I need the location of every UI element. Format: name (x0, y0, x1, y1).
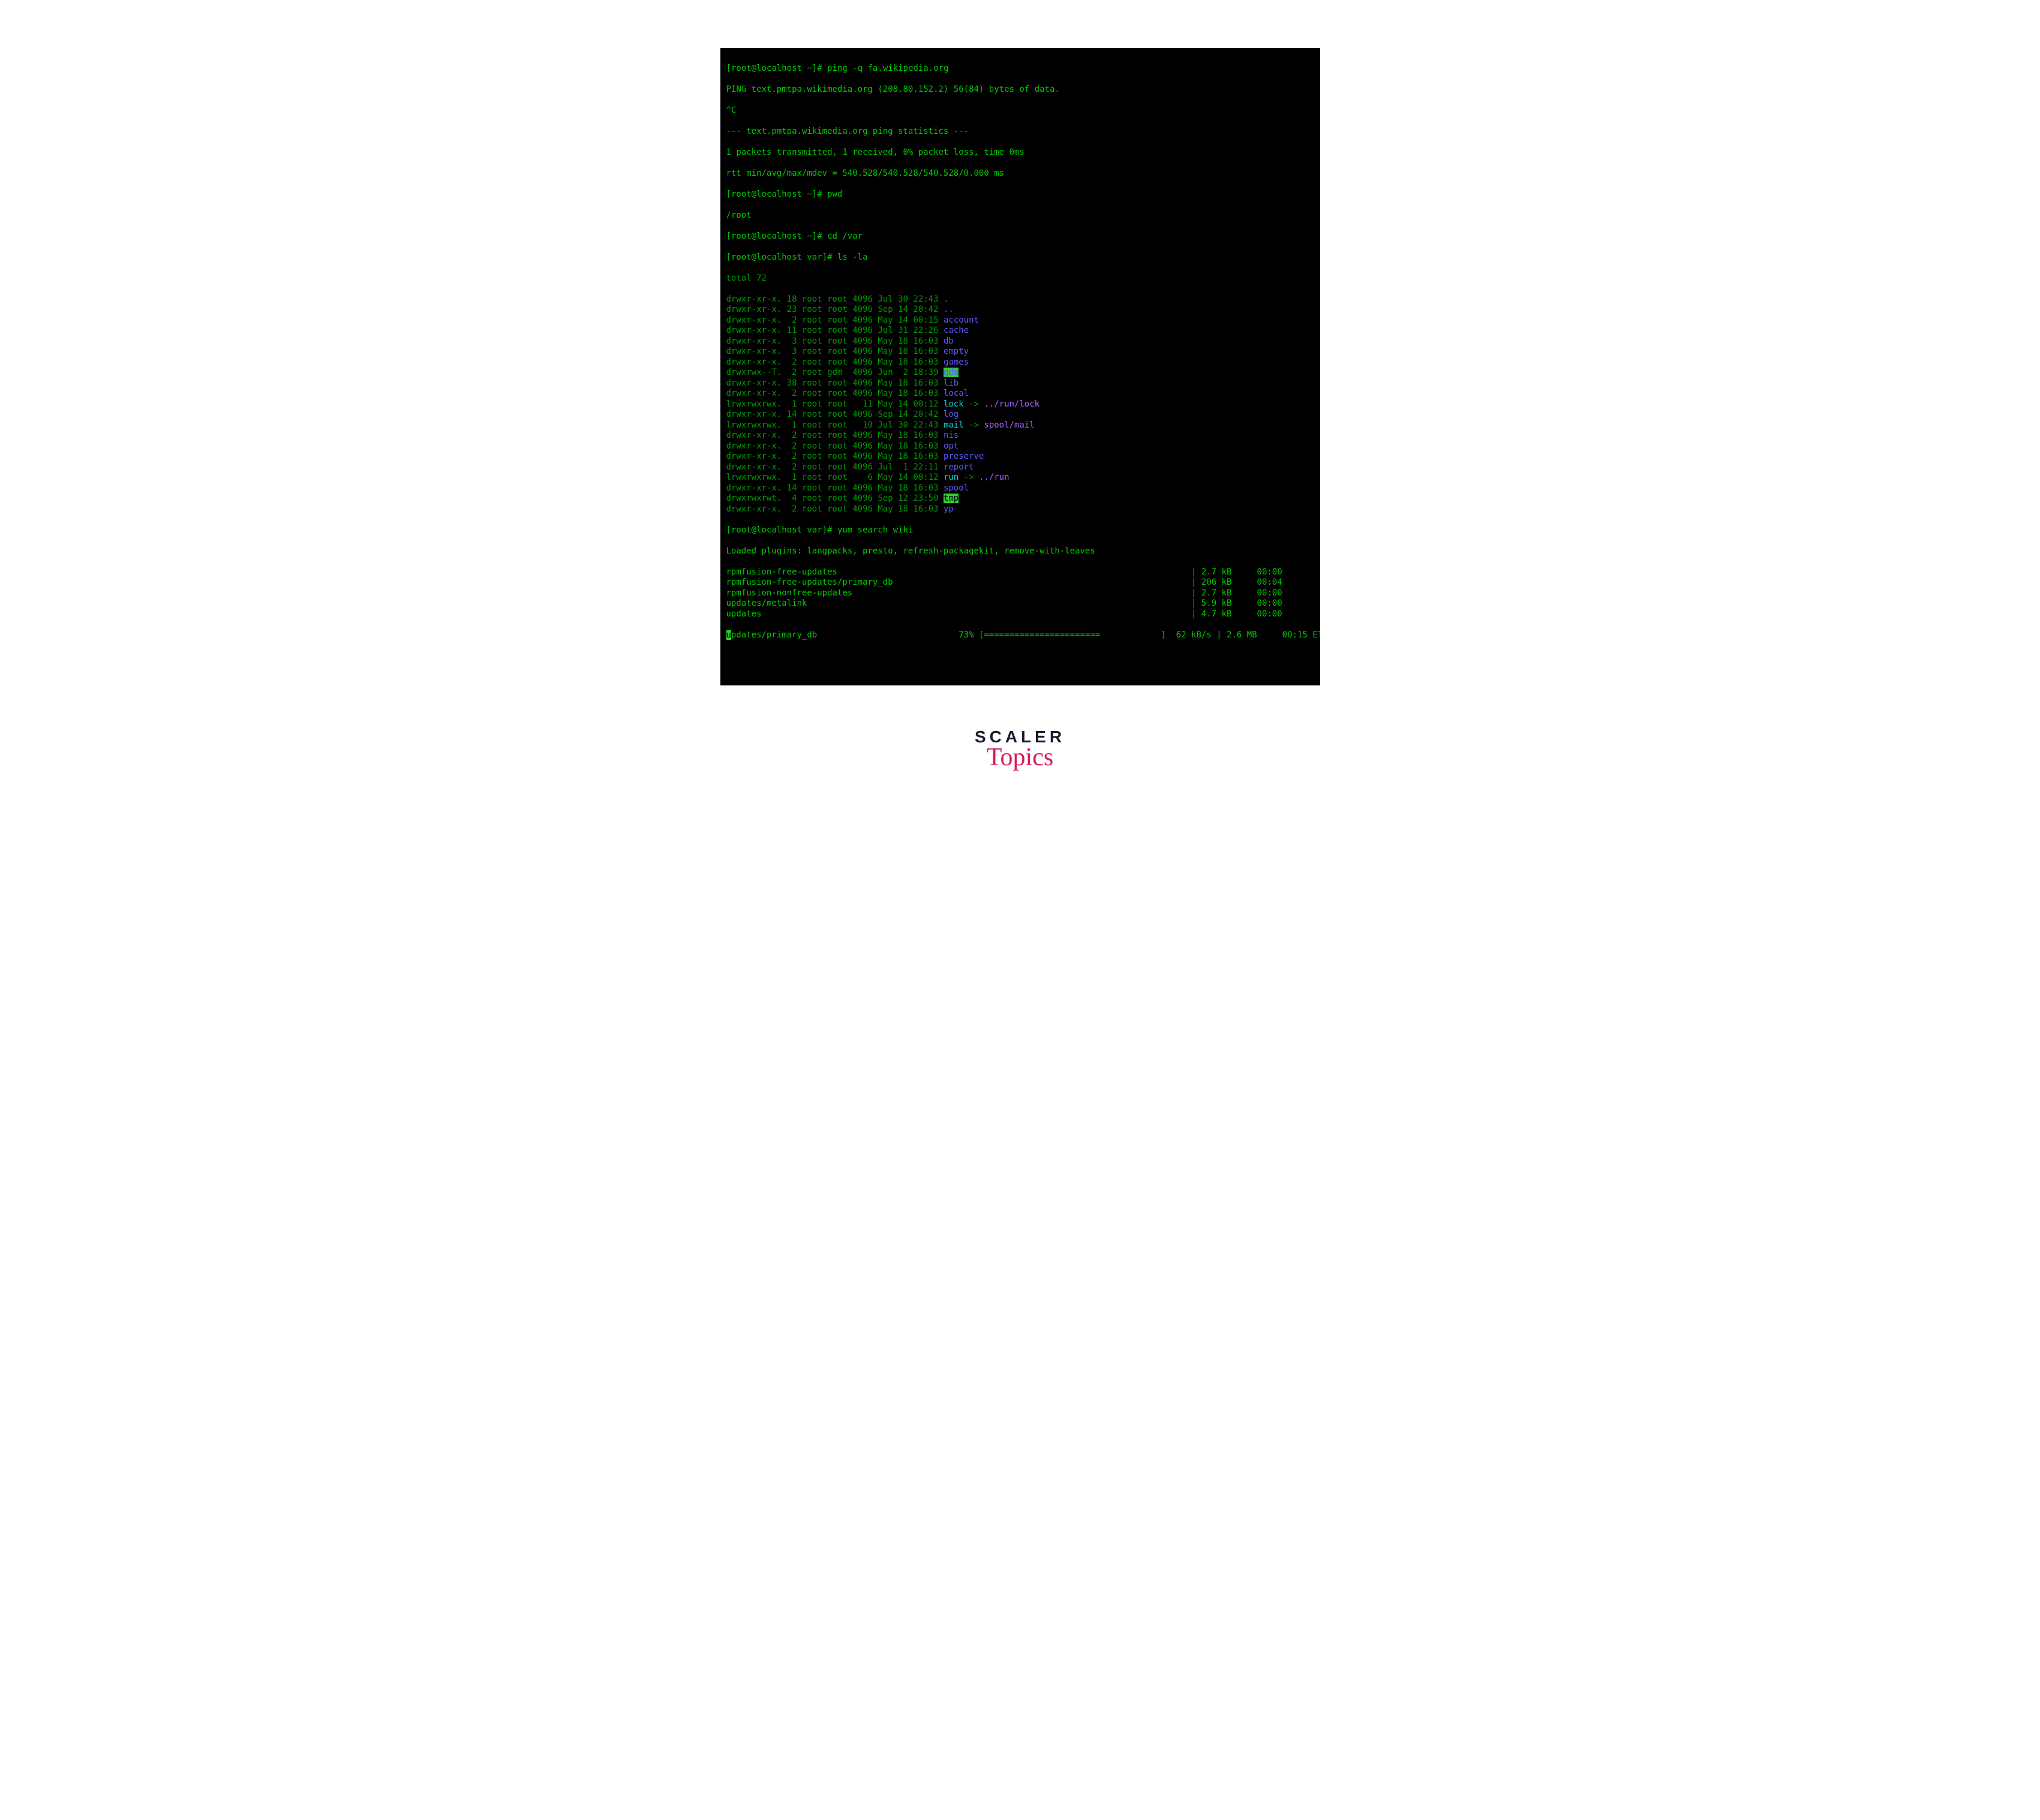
ls-row: lrwxrwxrwx. 1 root root 10 Jul 30 22:43 … (726, 420, 1314, 431)
ls-row: drwxr-xr-x. 3 root root 4096 May 18 16:0… (726, 347, 1314, 357)
yum-row: updates/metalink | 5.9 kB 00:00 (726, 598, 1314, 609)
ls-row: drwxr-xr-x. 2 root root 4096 May 18 16:0… (726, 389, 1314, 399)
ls-row: drwxr-xr-x. 2 root root 4096 May 18 16:0… (726, 357, 1314, 368)
ls-total: total 72 (726, 273, 1314, 284)
ls-row: drwxr-xr-x. 2 root root 4096 May 18 16:0… (726, 452, 1314, 462)
yum-repo-list: rpmfusion-free-updates | 2.7 kB 00:00rpm… (726, 567, 1314, 620)
ping-stats-2: rtt min/avg/max/mdev = 540.528/540.528/5… (726, 169, 1314, 179)
ls-row: drwxr-xr-x. 2 root root 4096 Jul 1 22:11… (726, 462, 1314, 473)
yum-plugins: Loaded plugins: langpacks, presto, refre… (726, 546, 1314, 557)
prompt-line: [root@localhost var]# yum search wiki (726, 525, 1314, 536)
ls-row: lrwxrwxrwx. 1 root root 6 May 14 00:12 r… (726, 473, 1314, 483)
scaler-logo-bottom: Topics (678, 743, 1362, 772)
terminal-window[interactable]: [root@localhost ~]# ping -q fa.wikipedia… (720, 48, 1320, 685)
ls-row: drwxr-xr-x. 2 root root 4096 May 14 00:1… (726, 315, 1314, 326)
prompt-line: [root@localhost ~]# cd /var (726, 231, 1314, 242)
ls-row: drwxr-xr-x. 2 root root 4096 May 18 16:0… (726, 441, 1314, 452)
ls-row: lrwxrwxrwx. 1 root root 11 May 14 00:12 … (726, 399, 1314, 410)
yum-row: updates | 4.7 kB 00:00 (726, 609, 1314, 620)
ls-row: drwxr-xr-x. 2 root root 4096 May 18 16:0… (726, 431, 1314, 441)
ping-stats-header: --- text.pmtpa.wikimedia.org ping statis… (726, 127, 1314, 137)
ls-row: drwxr-xr-x. 18 root root 4096 Jul 30 22:… (726, 294, 1314, 305)
scaler-logo: SCALER Topics (678, 727, 1362, 772)
yum-row: rpmfusion-free-updates | 2.7 kB 00:00 (726, 567, 1314, 578)
ls-listing: drwxr-xr-x. 18 root root 4096 Jul 30 22:… (726, 294, 1314, 515)
ls-row: drwxr-xr-x. 3 root root 4096 May 18 16:0… (726, 336, 1314, 347)
yum-progress: updates/primary_db 73% [================… (726, 630, 1314, 641)
ping-interrupt: ^C (726, 106, 1314, 116)
ls-row: drwxrwxrwt. 4 root root 4096 Sep 12 23:5… (726, 494, 1314, 504)
ls-row: drwxr-xr-x. 14 root root 4096 May 18 16:… (726, 483, 1314, 494)
yum-row: rpmfusion-free-updates/primary_db | 206 … (726, 577, 1314, 588)
ls-row: drwxrwx--T. 2 root gdm 4096 Jun 2 18:39 … (726, 368, 1314, 378)
page-container: [root@localhost ~]# ping -q fa.wikipedia… (678, 0, 1362, 808)
pwd-output: /root (726, 210, 1314, 221)
prompt-line: [root@localhost ~]# pwd (726, 189, 1314, 200)
ls-row: drwxr-xr-x. 2 root root 4096 May 18 16:0… (726, 504, 1314, 515)
ping-stats-1: 1 packets transmitted, 1 received, 0% pa… (726, 148, 1314, 158)
ls-row: drwxr-xr-x. 11 root root 4096 Jul 31 22:… (726, 326, 1314, 336)
prompt-line: [root@localhost ~]# ping -q fa.wikipedia… (726, 64, 1314, 74)
ls-row: drwxr-xr-x. 38 root root 4096 May 18 16:… (726, 378, 1314, 389)
ls-row: drwxr-xr-x. 14 root root 4096 Sep 14 20:… (726, 410, 1314, 420)
ping-header: PING text.pmtpa.wikimedia.org (208.80.15… (726, 85, 1314, 95)
ls-row: drwxr-xr-x. 23 root root 4096 Sep 14 20:… (726, 305, 1314, 315)
prompt-line: [root@localhost var]# ls -la (726, 252, 1314, 263)
yum-row: rpmfusion-nonfree-updates | 2.7 kB 00:00 (726, 588, 1314, 599)
